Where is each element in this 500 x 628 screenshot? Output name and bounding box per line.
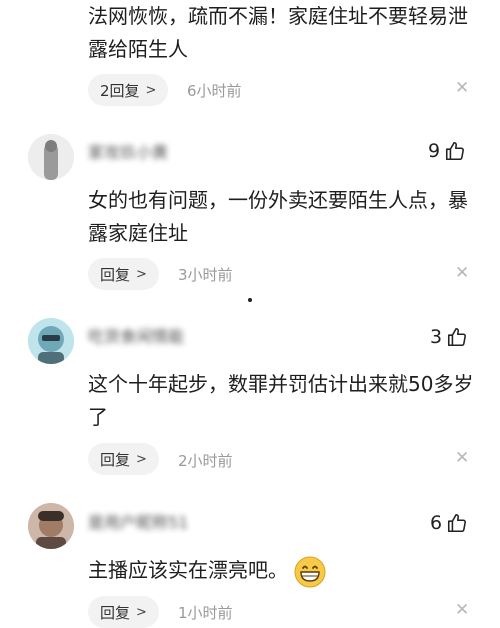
comment-time: 2小时前 [178,452,233,470]
reply-label: 回复 [100,603,131,622]
chevron-right-icon: > [145,82,157,98]
chevron-right-icon: > [136,451,147,467]
avatar-image [28,318,74,364]
avatar-image [28,503,74,549]
reply-button[interactable]: 回复 > [88,443,159,475]
reply-label: 回复 [100,450,131,469]
close-icon[interactable]: ✕ [455,448,469,468]
close-icon[interactable]: ✕ [455,78,469,98]
username[interactable]: 是用户昵称51 [88,512,188,534]
avatar-image [28,134,74,180]
username[interactable]: 吃货食闲情能 [88,326,184,348]
comment-text: 女的也有问题，一份外卖还要陌生人点，暴露家庭住址 [88,188,468,245]
close-icon[interactable]: ✕ [455,600,469,620]
like-count: 3 [430,326,443,348]
avatar[interactable] [28,134,74,180]
avatar[interactable] [28,318,74,364]
thumbs-up-icon [448,513,467,533]
reply-button[interactable]: 2回复 > [88,74,169,106]
avatar[interactable] [28,503,74,549]
chevron-right-icon: > [136,266,147,282]
like-button[interactable]: 3 [430,326,468,348]
like-button[interactable]: 9 [428,140,466,162]
username[interactable]: 家攻玖小黄 [88,142,168,164]
reply-label: 2回复 [100,81,140,100]
comment-time: 3小时前 [178,266,233,284]
comment-text: 这个十年起步，数罪并罚估计出来就50多岁了 [88,372,474,429]
dot-separator [248,298,252,302]
thumbs-up-icon [448,327,467,347]
reply-label: 回复 [100,265,131,284]
comment-text: 主播应该实在漂亮吧。 [88,554,480,588]
like-button[interactable]: 6 [430,512,468,534]
comment-text-body: 主播应该实在漂亮吧。 [88,558,288,582]
chevron-right-icon: > [136,604,147,620]
like-count: 6 [430,512,443,534]
reply-button[interactable]: 回复 > [88,596,159,628]
comment-text: 法网恢恢，疏而不漏！家庭住址不要轻易泄露给陌生人 [88,4,468,61]
comment-time: 1小时前 [178,604,233,622]
grinning-face-emoji [294,556,326,587]
thumbs-up-icon [446,141,465,161]
like-count: 9 [428,140,441,162]
comment-time: 6小时前 [187,82,242,100]
reply-button[interactable]: 回复 > [88,258,159,290]
close-icon[interactable]: ✕ [455,263,469,283]
